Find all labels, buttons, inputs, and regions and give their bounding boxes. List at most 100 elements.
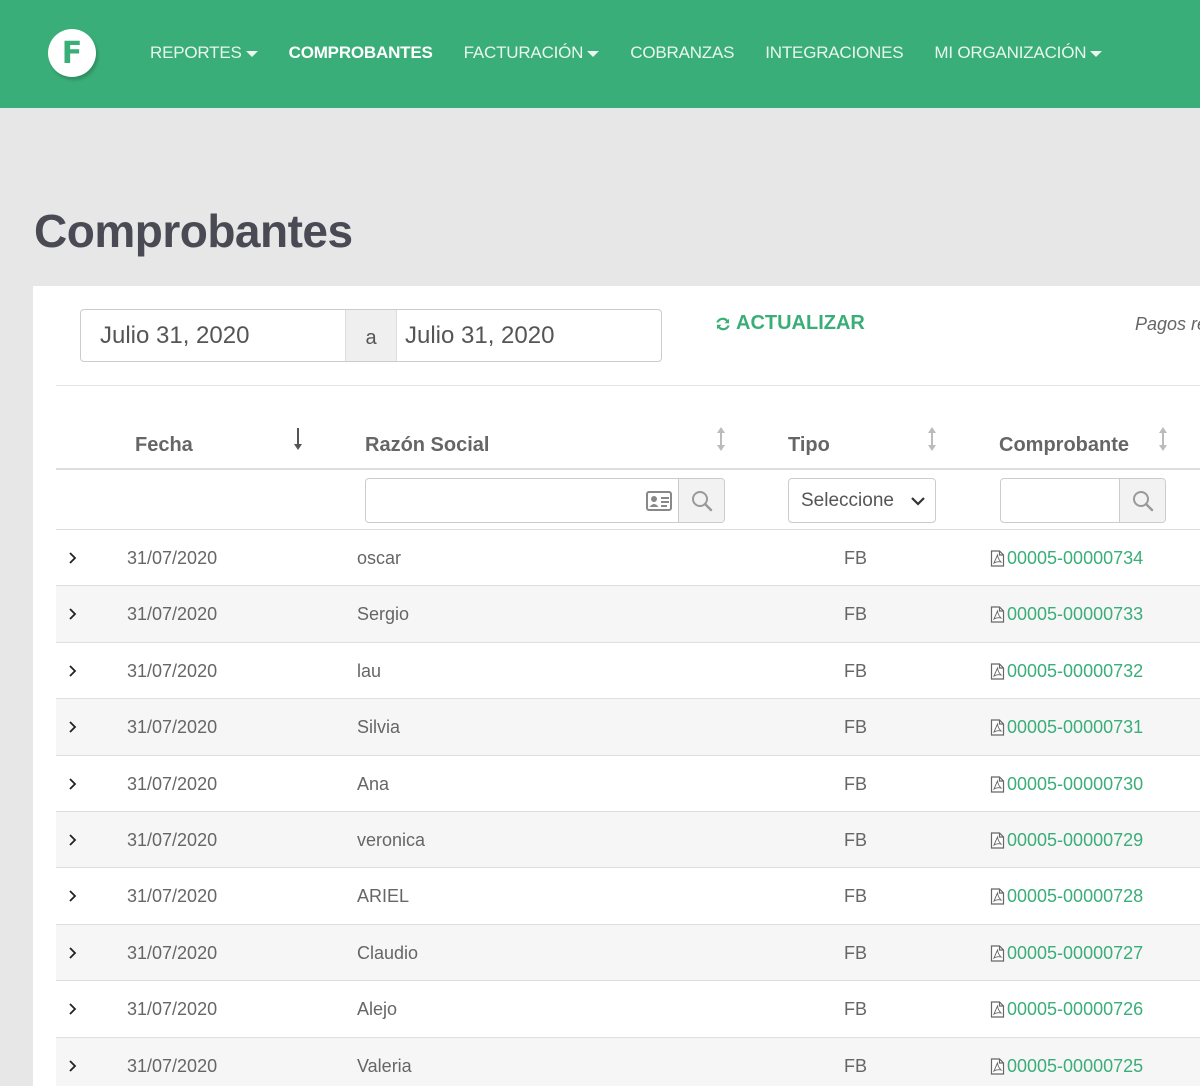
app-logo[interactable]: F [48, 29, 96, 77]
table-row[interactable]: 31/07/2020 Alejo FB 00005-00000726 [56, 981, 1200, 1038]
cell-fecha: 31/07/2020 [127, 660, 218, 681]
chevron-right-icon[interactable] [67, 720, 79, 734]
date-to-field[interactable]: Julio 31, 2020 [397, 310, 661, 361]
cell-fecha: 31/07/2020 [127, 1055, 218, 1076]
main-nav: REPORTES COMPROBANTES FACTURACIÓN COBRAN… [150, 42, 1133, 64]
table-row[interactable]: 31/07/2020 oscar FB 00005-00000734 [56, 530, 1200, 587]
chevron-right-icon[interactable] [67, 664, 79, 678]
table-row[interactable]: 31/07/2020 Ana FB 00005-00000730 [56, 756, 1200, 812]
chevron-right-icon[interactable] [67, 607, 79, 621]
comprobante-number: 00005-00000726 [1007, 999, 1144, 1020]
comprobante-link[interactable]: 00005-00000729 [990, 830, 1143, 851]
refresh-button[interactable]: ACTUALIZAR [714, 312, 865, 335]
cell-razon-social: lau [357, 660, 382, 681]
chevron-right-icon[interactable] [67, 889, 79, 903]
cell-razon-social: veronica [357, 829, 426, 850]
cell-razon-social: Ana [357, 773, 390, 794]
top-navbar: F REPORTES COMPROBANTES FACTURACIÓN COBR… [0, 0, 1200, 108]
sort-icon[interactable] [716, 426, 726, 452]
page-title: Comprobantes [34, 205, 353, 257]
date-from-field[interactable]: Julio 31, 2020 [81, 310, 345, 361]
date-range-picker[interactable]: Julio 31, 2020 a Julio 31, 2020 [80, 309, 662, 362]
comprobante-link[interactable]: 00005-00000732 [990, 661, 1143, 682]
nav-item-comprobantes[interactable]: COMPROBANTES [289, 43, 433, 63]
pagos-link[interactable]: Pagos re [1135, 314, 1200, 335]
comprobante-link[interactable]: 00005-00000731 [990, 717, 1143, 738]
refresh-icon [716, 317, 730, 330]
comprobante-link[interactable]: 00005-00000728 [990, 886, 1143, 907]
column-header-razon-social[interactable]: Razón Social [365, 434, 489, 457]
chevron-right-icon[interactable] [67, 551, 79, 565]
column-header-fecha[interactable]: Fecha [135, 434, 193, 457]
cell-fecha: 31/07/2020 [127, 829, 218, 850]
cell-fecha: 31/07/2020 [127, 999, 218, 1020]
cell-fecha: 31/07/2020 [127, 548, 218, 568]
chevron-right-icon[interactable] [67, 1002, 79, 1016]
cell-tipo: FB [844, 773, 868, 794]
chevron-right-icon[interactable] [67, 1059, 79, 1073]
chevron-right-icon[interactable] [67, 833, 79, 847]
cell-tipo: FB [844, 999, 868, 1020]
nav-item-label: MI ORGANIZACIÓN [934, 43, 1087, 62]
caret-down-icon [587, 51, 600, 57]
razon-social-filter-input[interactable] [366, 479, 678, 522]
table-row[interactable]: 31/07/2020 lau FB 00005-00000732 [56, 643, 1200, 700]
caret-down-icon [245, 51, 258, 57]
table-row[interactable]: 31/07/2020 Silvia FB 00005-00000731 [56, 699, 1200, 756]
cell-tipo: FB [844, 829, 868, 850]
comprobante-link[interactable]: 00005-00000733 [990, 604, 1143, 625]
razon-social-filter [365, 478, 725, 523]
chevron-right-icon[interactable] [67, 946, 79, 960]
nav-item-mi-organizacion[interactable]: MI ORGANIZACIÓN [934, 43, 1103, 63]
sort-icon[interactable] [1158, 426, 1168, 452]
comprobante-number: 00005-00000734 [1007, 548, 1144, 568]
comprobante-link[interactable]: 00005-00000734 [990, 548, 1143, 569]
nav-item-facturacion[interactable]: FACTURACIÓN [464, 43, 600, 63]
cell-tipo: FB [844, 1055, 868, 1076]
cell-razon-social: Sergio [357, 604, 410, 625]
table-row[interactable]: 31/07/2020 veronica FB 00005-00000729 [56, 811, 1200, 869]
table-row[interactable]: 31/07/2020 Valeria FB 00005-00000725 [56, 1037, 1200, 1086]
tipo-select-value: Seleccione [801, 489, 894, 511]
nav-item-integraciones[interactable]: INTEGRACIONES [765, 43, 903, 63]
sort-icon[interactable] [927, 426, 937, 452]
cell-fecha: 31/07/2020 [127, 886, 218, 907]
cell-tipo: FB [844, 548, 868, 568]
nav-item-reportes[interactable]: REPORTES [150, 43, 258, 63]
cell-fecha: 31/07/2020 [127, 942, 218, 963]
sort-desc-icon[interactable] [293, 426, 303, 452]
comprobante-filter-input[interactable] [1001, 479, 1119, 522]
comprobante-number: 00005-00000733 [1007, 604, 1144, 625]
comprobante-number: 00005-00000729 [1007, 829, 1144, 850]
nav-item-cobranzas[interactable]: COBRANZAS [630, 43, 734, 63]
razon-social-search-button[interactable] [678, 479, 724, 522]
tipo-select[interactable]: Seleccione [788, 478, 936, 523]
table-row[interactable]: 31/07/2020 Sergio FB 00005-00000733 [56, 586, 1200, 643]
nav-item-label: REPORTES [150, 43, 242, 62]
cell-fecha: 31/07/2020 [127, 604, 218, 625]
comprobante-link[interactable]: 00005-00000727 [990, 943, 1143, 964]
table-row[interactable]: 31/07/2020 ARIEL FB 00005-00000728 [56, 868, 1200, 925]
comprobante-link[interactable]: 00005-00000730 [990, 774, 1143, 795]
cell-fecha: 31/07/2020 [127, 773, 218, 794]
cell-tipo: FB [844, 717, 868, 738]
pdf-file-icon [990, 719, 1005, 736]
chevron-right-icon[interactable] [67, 777, 79, 791]
cell-razon-social: Valeria [357, 1055, 412, 1076]
id-card-icon[interactable] [646, 490, 672, 511]
table-row[interactable]: 31/07/2020 Claudio FB 00005-00000727 [56, 924, 1200, 982]
column-header-comprobante[interactable]: Comprobante [999, 434, 1129, 457]
comprobante-link[interactable]: 00005-00000726 [990, 999, 1143, 1020]
pdf-file-icon [990, 945, 1005, 962]
comprobante-search-button[interactable] [1119, 479, 1165, 522]
cell-razon-social: ARIEL [357, 886, 410, 907]
table-filter-row: Seleccione [56, 470, 1200, 530]
column-header-tipo[interactable]: Tipo [788, 434, 830, 457]
pdf-file-icon [990, 550, 1005, 567]
cell-tipo: FB [844, 604, 868, 625]
comprobantes-panel: Julio 31, 2020 a Julio 31, 2020 ACTUALIZ… [33, 286, 1200, 1086]
cell-razon-social: Silvia [357, 717, 401, 738]
comprobante-number: 00005-00000728 [1007, 886, 1144, 907]
comprobante-link[interactable]: 00005-00000725 [990, 1056, 1143, 1077]
nav-item-label: FACTURACIÓN [463, 43, 584, 62]
